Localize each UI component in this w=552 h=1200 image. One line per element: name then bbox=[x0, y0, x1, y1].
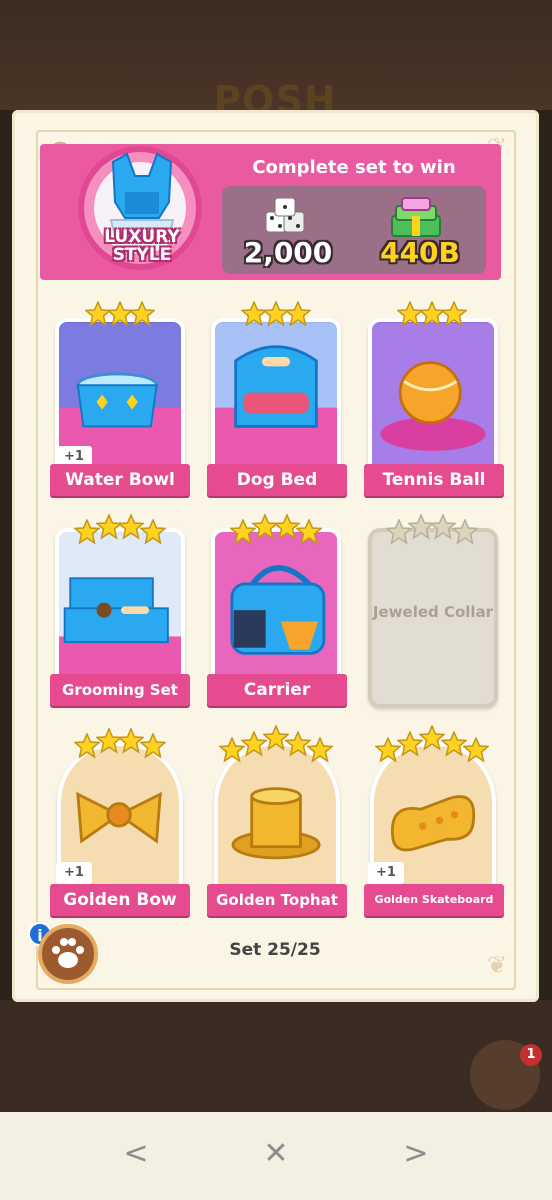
star-icon bbox=[140, 732, 166, 759]
grooming-set-icon bbox=[59, 533, 181, 693]
set-progress: Set 25/25 bbox=[229, 940, 321, 960]
corner-ornament-icon: ❦ bbox=[486, 951, 508, 979]
card-tennis-ball[interactable] bbox=[368, 318, 498, 488]
star-icon bbox=[441, 301, 467, 327]
close-button[interactable]: ✕ bbox=[254, 1132, 298, 1176]
reward-title: Complete set to win bbox=[252, 157, 456, 178]
star-icon bbox=[452, 518, 478, 545]
paw-button[interactable] bbox=[38, 924, 98, 984]
card-dog-bed[interactable] bbox=[211, 318, 341, 488]
next-button[interactable]: > bbox=[394, 1132, 438, 1176]
card-name-golden-tophat: Golden Tophat bbox=[207, 884, 347, 916]
card-carrier[interactable] bbox=[211, 528, 341, 698]
background-cards-badge: 1 bbox=[520, 1044, 542, 1066]
card-name-grooming-set: Grooming Set bbox=[50, 674, 190, 706]
dice-reward-value: 2,000 bbox=[243, 236, 333, 269]
background-board bbox=[0, 1000, 552, 1112]
tennis-ball-icon bbox=[372, 323, 494, 483]
duplicate-badge: +1 bbox=[368, 862, 404, 884]
card-grooming-set[interactable] bbox=[55, 528, 185, 698]
dog-bed-icon bbox=[215, 323, 337, 483]
card-name-water-bowl: Water Bowl bbox=[50, 464, 190, 496]
star-icon bbox=[307, 737, 333, 763]
card-name-golden-bow: Golden Bow bbox=[50, 884, 190, 916]
star-icon bbox=[296, 518, 322, 545]
paw-icon bbox=[52, 938, 84, 968]
set-name: LUXURY STYLE bbox=[104, 227, 180, 265]
card-jeweled-collar-empty[interactable]: Jeweled Collar bbox=[368, 528, 498, 708]
card-name-dog-bed: Dog Bed bbox=[207, 464, 347, 496]
star-icon bbox=[140, 518, 166, 545]
card-name-carrier: Carrier bbox=[207, 674, 347, 706]
card-name-golden-skateboard: Golden Skateboard bbox=[364, 884, 504, 916]
duplicate-badge: +1 bbox=[56, 862, 92, 884]
star-icon bbox=[463, 737, 489, 763]
card-name-jeweled-collar: Jeweled Collar bbox=[372, 603, 494, 621]
star-icon bbox=[285, 301, 311, 327]
prev-button[interactable]: < bbox=[114, 1132, 158, 1176]
star-icon bbox=[129, 301, 155, 327]
card-name-tennis-ball: Tennis Ball bbox=[364, 464, 504, 496]
carrier-icon bbox=[215, 533, 337, 693]
cash-reward-value: 440B bbox=[380, 236, 460, 269]
